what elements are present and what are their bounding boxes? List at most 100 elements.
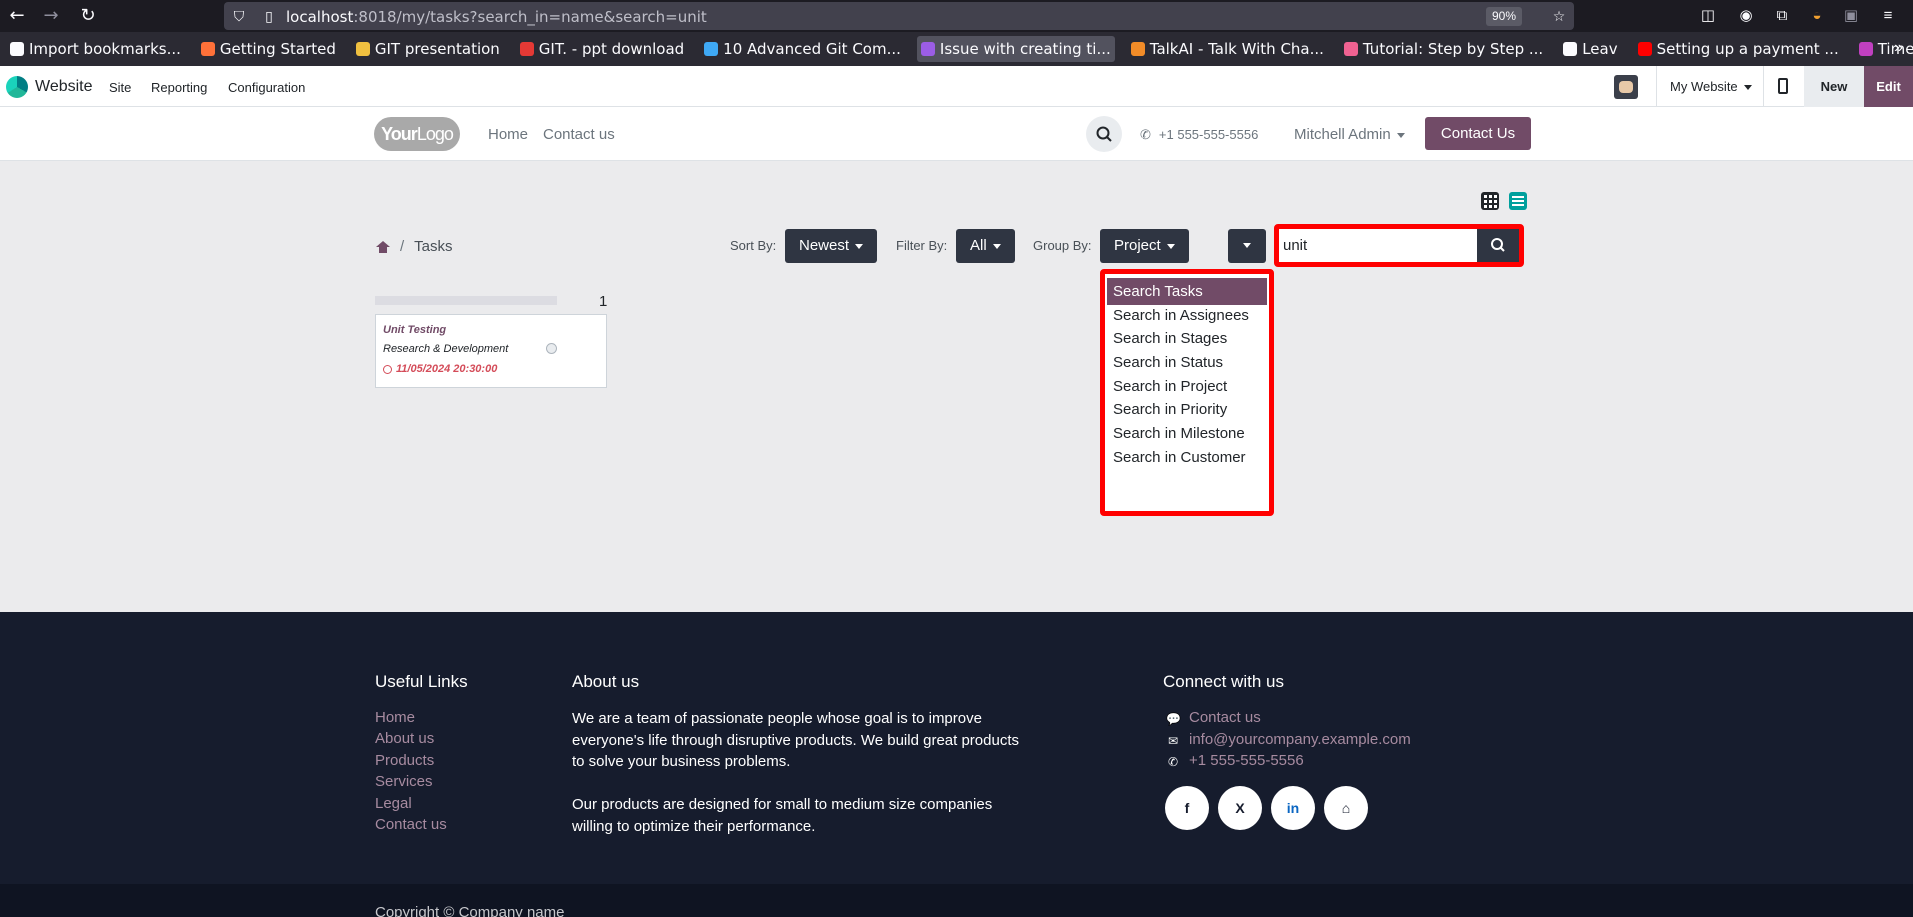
bookmark-item[interactable]: Issue with creating ti... (916, 36, 1115, 62)
footer-useful-link[interactable]: Home (375, 709, 415, 726)
about-line: to solve your business problems. (572, 753, 791, 770)
edit-button[interactable]: Edit (1864, 66, 1913, 107)
about-line: willing to optimize their performance. (572, 817, 816, 835)
bookmark-favicon-icon (920, 42, 935, 56)
extension-icon[interactable]: ◒ (1806, 5, 1828, 27)
mobile-preview-icon[interactable] (1778, 78, 1788, 94)
bookmark-label: GIT presentation (374, 40, 500, 58)
phone-icon: ✆ (1167, 755, 1179, 769)
home-icon[interactable]: ⌂ (1324, 786, 1368, 830)
facebook-icon[interactable]: f (1165, 786, 1209, 830)
header-search-button[interactable] (1086, 116, 1122, 152)
site-logo[interactable]: YourLogo (374, 117, 460, 151)
bookmark-item[interactable]: GIT. - ppt download (516, 36, 688, 62)
group-dropdown[interactable]: Project (1100, 229, 1189, 263)
back-icon[interactable]: ← (6, 5, 28, 27)
breadcrumb-tasks: Tasks (414, 238, 453, 255)
footer-bottom: Copyright © Company name (0, 884, 1913, 917)
clock-icon (383, 364, 392, 374)
x-twitter-icon[interactable]: X (1218, 786, 1262, 830)
footer-contact-link[interactable]: Contact us (1189, 709, 1261, 726)
caret-down-icon (1243, 243, 1251, 249)
search-option[interactable]: Search in Customer (1107, 444, 1267, 471)
home-icon[interactable] (376, 240, 390, 253)
footer: Useful Links Home About us Products Service… (0, 612, 1913, 917)
bookmark-item[interactable]: Import bookmarks... (6, 36, 185, 62)
shield-icon[interactable]: ⛉ (230, 7, 248, 25)
page-icon[interactable]: ▯ (260, 7, 278, 25)
search-option[interactable]: Search Tasks (1107, 278, 1267, 305)
zoom-badge[interactable]: 90% (1485, 7, 1522, 26)
pocket-icon[interactable]: ◫ (1697, 5, 1719, 27)
my-website-dropdown[interactable]: My Website (1670, 79, 1752, 94)
url-text[interactable]: localhost:8018/my/tasks?search_in=name&s… (286, 8, 707, 26)
header-link-home[interactable]: Home (488, 126, 528, 143)
search-option[interactable]: Search in Milestone (1107, 420, 1267, 447)
sort-label: Sort By: (730, 238, 777, 253)
footer-email-link[interactable]: info@yourcompany.example.com (1189, 731, 1411, 748)
group-count: 1 (599, 293, 608, 310)
app-name[interactable]: Website (35, 78, 93, 96)
grid-view-icon[interactable] (1481, 192, 1499, 210)
search-in-toggle[interactable] (1228, 229, 1266, 263)
user-menu[interactable]: Mitchell Admin (1294, 126, 1405, 143)
footer-useful-link[interactable]: Contact us (375, 816, 447, 833)
search-input[interactable] (1279, 229, 1477, 262)
about-line: everyone's life through disruptive produ… (572, 731, 1019, 749)
search-option[interactable]: Search in Priority (1107, 396, 1267, 423)
footer-phone-link[interactable]: +1 555-555-5556 (1189, 752, 1304, 769)
bookmark-item[interactable]: Setting up a payment ... (1634, 36, 1843, 62)
bookmark-label: GIT. - ppt download (538, 40, 685, 58)
star-icon[interactable]: ☆ (1550, 7, 1568, 25)
bookmark-label: Getting Started (219, 40, 336, 58)
bookmark-item[interactable]: Timesheet (1855, 36, 1913, 62)
menu-configuration[interactable]: Configuration (228, 80, 305, 95)
phone-icon: ✆ (1140, 127, 1151, 142)
filter-label: Filter By: (896, 238, 948, 253)
extensions-icon[interactable]: ⧉ (1771, 5, 1793, 27)
bookmark-item[interactable]: Getting Started (197, 36, 340, 62)
account-icon[interactable]: ◉ (1735, 5, 1757, 27)
bookmark-item[interactable]: TalkAI - Talk With Cha... (1127, 36, 1328, 62)
task-status-icon[interactable] (546, 343, 557, 354)
bookmark-favicon-icon (704, 42, 719, 56)
footer-useful-link[interactable]: About us (375, 730, 434, 747)
task-card[interactable]: Unit Testing Research & Development 11/0… (375, 314, 607, 388)
about-line: Our products are designed for small to m… (572, 796, 993, 813)
bookmarks-overflow-icon[interactable]: » (1894, 39, 1903, 57)
bookmarks-bar: Import bookmarks... Getting Started GIT pr… (0, 32, 1913, 66)
contact-us-button[interactable]: Contact Us (1425, 117, 1531, 150)
bookmark-item[interactable]: Tutorial: Step by Step ... (1340, 36, 1547, 62)
footer-useful-link[interactable]: Services (375, 773, 433, 790)
menu-reporting[interactable]: Reporting (151, 80, 207, 95)
forward-icon[interactable]: → (40, 5, 62, 27)
search-option[interactable]: Search in Stages (1107, 325, 1267, 352)
menu-icon[interactable]: ≡ (1877, 5, 1899, 27)
new-button[interactable]: New (1804, 66, 1864, 107)
bookmark-item[interactable]: 10 Advanced Git Com... (700, 36, 905, 62)
odoo-logo-icon[interactable] (6, 76, 28, 98)
avatar[interactable] (1614, 75, 1638, 99)
sort-dropdown[interactable]: Newest (785, 229, 878, 263)
task-deadline: 11/05/2024 20:30:00 (383, 363, 497, 375)
task-title[interactable]: Unit Testing (383, 324, 446, 336)
extension-2-icon[interactable]: ▣ (1840, 5, 1862, 27)
caret-down-icon (855, 243, 864, 249)
footer-useful-link[interactable]: Legal (375, 795, 412, 812)
bookmark-favicon-icon (1637, 42, 1652, 56)
bookmark-item[interactable]: GIT presentation (352, 36, 504, 62)
connect-title: Connect with us (1163, 672, 1284, 691)
menu-site[interactable]: Site (109, 80, 131, 95)
header-phone[interactable]: ✆ +1 555-555-5556 (1140, 127, 1258, 143)
useful-links-title: Useful Links (375, 672, 468, 691)
reload-icon[interactable]: ↻ (77, 5, 99, 27)
search-option[interactable]: Search in Status (1107, 349, 1267, 376)
list-view-icon[interactable] (1509, 192, 1527, 210)
bookmark-item[interactable]: Leav (1559, 36, 1621, 62)
footer-useful-link[interactable]: Products (375, 752, 434, 769)
filter-dropdown[interactable]: All (956, 229, 1015, 263)
url-bar[interactable]: ⛉ ▯ localhost:8018/my/tasks?search_in=na… (224, 2, 1574, 30)
header-link-contact[interactable]: Contact us (543, 126, 615, 143)
search-submit-button[interactable] (1477, 229, 1519, 262)
linkedin-icon[interactable]: in (1271, 786, 1315, 830)
